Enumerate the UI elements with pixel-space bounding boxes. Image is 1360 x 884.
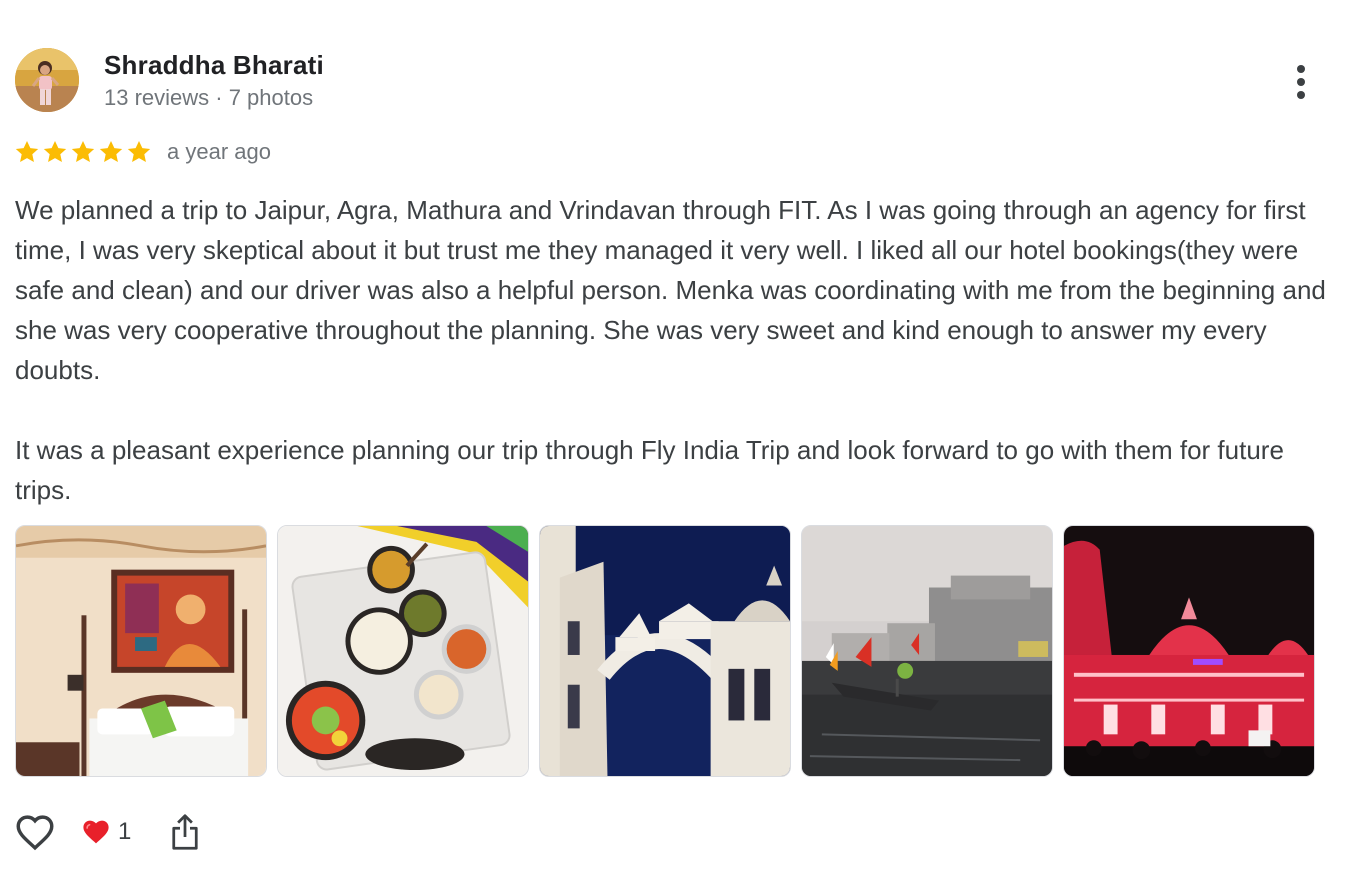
review-photo[interactable] bbox=[15, 525, 267, 777]
reaction-count-button[interactable]: 1 bbox=[82, 818, 131, 846]
review-date: a year ago bbox=[167, 139, 271, 164]
avatar-image bbox=[15, 48, 79, 112]
review-card: Shraddha Bharati 13 reviews · 7 photos a… bbox=[0, 0, 1360, 884]
star-icon bbox=[98, 139, 124, 165]
reviewer-stats: 13 reviews · 7 photos bbox=[104, 85, 314, 110]
star-icon bbox=[126, 139, 152, 165]
red-temple-photo bbox=[1064, 526, 1314, 776]
review-photo[interactable] bbox=[801, 525, 1053, 777]
review-photo[interactable] bbox=[277, 525, 529, 777]
review-paragraph: It was a pleasant experience planning ou… bbox=[15, 435, 1284, 505]
star-icon bbox=[70, 139, 96, 165]
reaction-count: 1 bbox=[118, 818, 132, 845]
white-temple-photo bbox=[540, 526, 790, 776]
share-icon bbox=[172, 814, 198, 850]
review-text: We planned a trip to Jaipur, Agra, Mathu… bbox=[15, 190, 1335, 510]
more-options-button[interactable] bbox=[1283, 60, 1319, 104]
reviewer-name[interactable]: Shraddha Bharati bbox=[104, 50, 324, 81]
reviewer-avatar[interactable] bbox=[15, 48, 79, 112]
review-actions: 1 bbox=[14, 808, 205, 856]
review-photo[interactable] bbox=[539, 525, 791, 777]
star-rating bbox=[14, 139, 152, 165]
rating-row: a year ago bbox=[14, 138, 271, 166]
red-heart-icon bbox=[83, 820, 109, 844]
review-photos bbox=[15, 525, 1315, 777]
star-icon bbox=[42, 139, 68, 165]
food-photo bbox=[278, 526, 528, 776]
river-ghats-photo bbox=[802, 526, 1052, 776]
hotel-room-photo bbox=[16, 526, 266, 776]
share-button[interactable] bbox=[165, 810, 205, 854]
more-vert-icon bbox=[1297, 65, 1305, 99]
like-button[interactable] bbox=[14, 810, 58, 854]
star-icon bbox=[14, 139, 40, 165]
review-photo[interactable] bbox=[1063, 525, 1315, 777]
review-paragraph: We planned a trip to Jaipur, Agra, Mathu… bbox=[15, 195, 1326, 385]
heart-outline-icon bbox=[16, 815, 54, 851]
